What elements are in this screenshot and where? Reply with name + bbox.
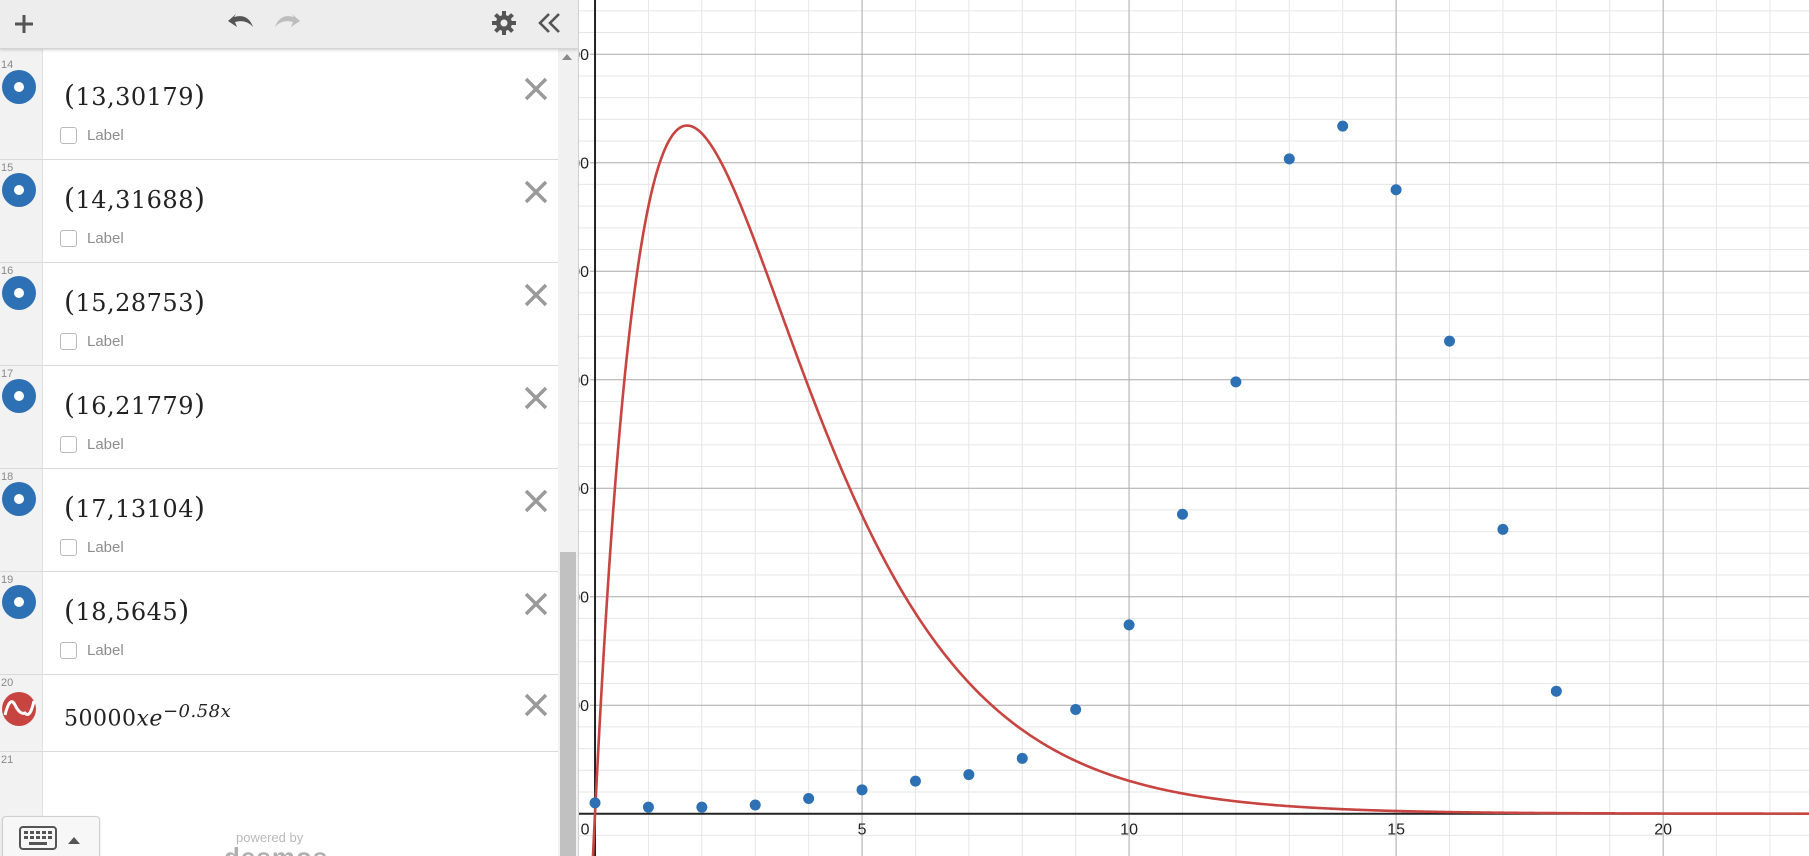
label-toggle[interactable]: Label <box>60 539 124 556</box>
expression-item[interactable]: 16 (15,28753) Label <box>0 263 558 366</box>
desmos-logo[interactable]: desmos <box>224 842 328 856</box>
caret-up-icon <box>68 837 80 844</box>
data-point <box>1283 153 1295 165</box>
data-point <box>1390 184 1402 196</box>
label-toggle[interactable]: Label <box>60 333 124 350</box>
label-toggle[interactable]: Label <box>60 436 124 453</box>
data-point <box>1497 523 1509 535</box>
undo-icon[interactable] <box>224 6 258 40</box>
graph-paper[interactable]: 0 5 10 15 20 5000 10000 15000 20000 25000 30000 350… <box>578 0 1809 856</box>
tick-labels: 0 5 10 15 20 5000 10000 15000 20000 25000 30000 350… <box>579 46 1672 839</box>
data-point <box>642 801 654 813</box>
label-toggle[interactable]: Label <box>60 642 124 659</box>
label-checkbox[interactable] <box>60 436 77 453</box>
axes <box>579 0 1809 856</box>
y-tick-label: 25000 <box>579 264 589 281</box>
label-toggle[interactable]: Label <box>60 127 124 144</box>
data-point <box>909 775 921 787</box>
scrollbar-thumb[interactable] <box>560 552 576 856</box>
data-point <box>803 792 815 804</box>
expression-item[interactable]: 14 (13,30179) Label <box>0 57 558 160</box>
x-tick-label: 5 <box>858 822 867 839</box>
expression-math[interactable]: 50000xe−0.58x <box>64 701 231 731</box>
label-checkbox[interactable] <box>60 333 77 350</box>
data-point <box>1230 376 1242 388</box>
point-style-icon[interactable] <box>1 69 37 105</box>
data-point <box>1123 619 1135 631</box>
y-tick-label: 5000 <box>579 698 589 715</box>
data-point <box>1016 752 1028 764</box>
data-point <box>1550 685 1562 697</box>
function-expression-item[interactable]: 20 50000xe−0.58x <box>0 675 558 752</box>
function-curve-line <box>591 124 1809 856</box>
data-point <box>589 797 601 809</box>
data-point <box>1444 335 1456 347</box>
expression-index: 20 <box>1 677 14 689</box>
point-style-icon[interactable] <box>1 172 37 208</box>
x-tick-label: 0 <box>581 822 590 839</box>
expression-item[interactable]: 18 (17,13104) Label <box>0 469 558 572</box>
y-tick-label: 15000 <box>579 481 589 498</box>
plus-icon[interactable] <box>8 8 40 40</box>
close-icon[interactable] <box>522 384 550 412</box>
function-graph-icon[interactable] <box>1 691 37 727</box>
data-point <box>749 799 761 811</box>
y-tick-label: 20000 <box>579 373 589 390</box>
close-icon[interactable] <box>522 281 550 309</box>
keyboard-icon <box>19 826 57 850</box>
y-tick-label: 35000 <box>579 47 589 64</box>
function-curve <box>591 124 1809 856</box>
point-style-icon[interactable] <box>1 481 37 517</box>
point-style-icon[interactable] <box>1 275 37 311</box>
expression-toolbar <box>0 0 578 49</box>
expression-math[interactable]: (14,31688) <box>64 182 205 215</box>
x-tick-label: 15 <box>1387 822 1405 839</box>
expression-index: 21 <box>1 754 14 766</box>
point-style-icon[interactable] <box>1 378 37 414</box>
close-icon[interactable] <box>522 590 550 618</box>
data-point <box>1070 704 1082 716</box>
data-point <box>856 784 868 796</box>
major-gridlines <box>579 0 1809 856</box>
expression-panel: 14 (13,30179) Label 15 (14,31688) Label … <box>0 0 578 856</box>
data-point <box>963 769 975 781</box>
close-icon[interactable] <box>522 487 550 515</box>
double-chevron-left-icon[interactable] <box>532 6 566 40</box>
data-point <box>1337 120 1349 132</box>
label-checkbox[interactable] <box>60 539 77 556</box>
y-tick-label: 10000 <box>579 590 589 607</box>
data-point <box>1176 508 1188 520</box>
data-point <box>696 801 708 813</box>
minor-gridlines <box>579 0 1809 856</box>
label-checkbox[interactable] <box>60 230 77 247</box>
close-icon[interactable] <box>522 178 550 206</box>
label-checkbox[interactable] <box>60 127 77 144</box>
point-style-icon[interactable] <box>1 584 37 620</box>
expression-item[interactable]: 17 (16,21779) Label <box>0 366 558 469</box>
expression-item[interactable]: 15 (14,31688) Label <box>0 160 558 263</box>
x-tick-label: 20 <box>1654 822 1672 839</box>
expression-math[interactable]: (13,30179) <box>64 79 205 112</box>
scroll-up-arrow-icon[interactable] <box>562 54 572 60</box>
close-icon[interactable] <box>522 75 550 103</box>
close-icon[interactable] <box>522 691 550 719</box>
expression-math[interactable]: (16,21779) <box>64 388 205 421</box>
label-toggle[interactable]: Label <box>60 230 124 247</box>
y-tick-label: 30000 <box>579 156 589 173</box>
redo-icon[interactable] <box>270 6 304 40</box>
expression-math[interactable]: (17,13104) <box>64 491 205 524</box>
expression-math[interactable]: (18,5645) <box>64 594 190 627</box>
gear-icon[interactable] <box>488 6 520 40</box>
label-checkbox[interactable] <box>60 642 77 659</box>
graph-canvas[interactable]: 0 5 10 15 20 5000 10000 15000 20000 25000 30000 350… <box>579 0 1809 856</box>
x-tick-label: 10 <box>1120 822 1138 839</box>
keyboard-toggle-button[interactable] <box>2 816 100 856</box>
expression-math[interactable]: (15,28753) <box>64 285 205 318</box>
expression-item[interactable]: 19 (18,5645) Label <box>0 572 558 675</box>
expression-list: 14 (13,30179) Label 15 (14,31688) Label … <box>0 49 558 856</box>
